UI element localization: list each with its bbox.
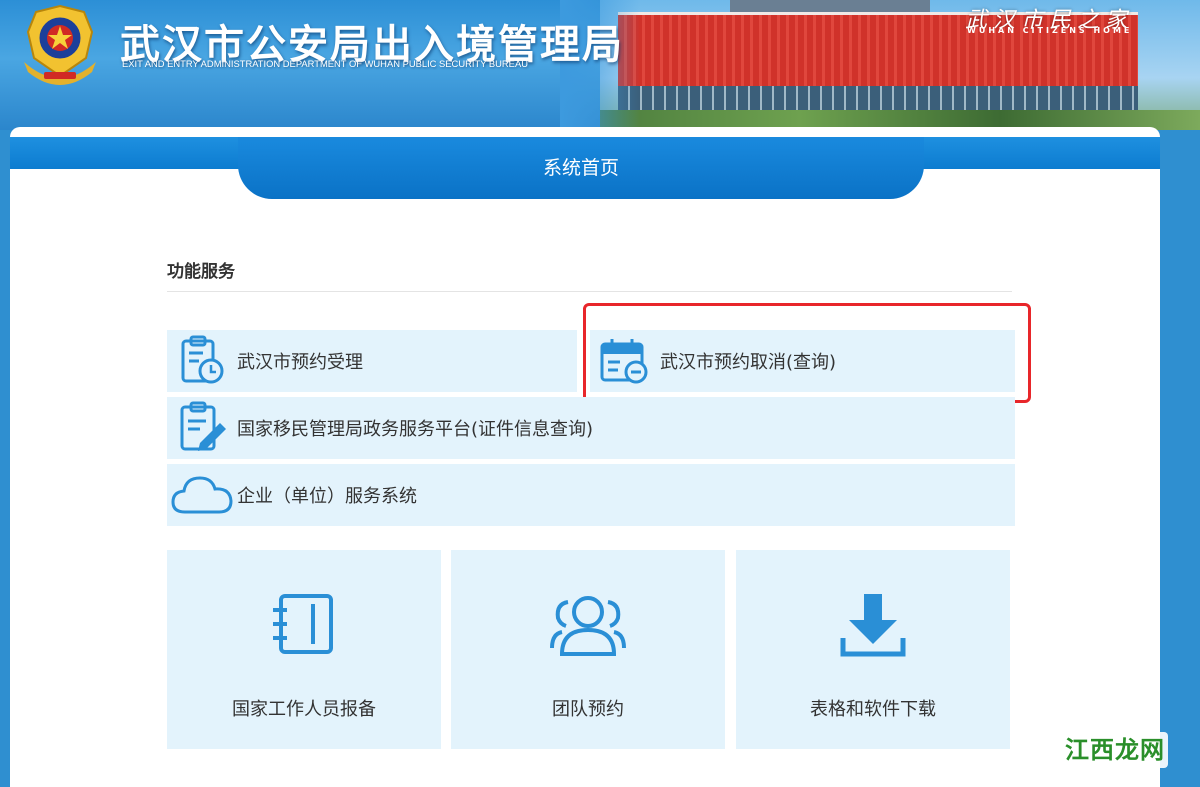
city-slogan-en: WUHAN CITIZENS HOME: [967, 26, 1133, 35]
service-label: 企业（单位）服务系统: [237, 486, 417, 507]
tile-forms-download[interactable]: 表格和软件下载: [736, 550, 1010, 749]
tile-label: 表格和软件下载: [810, 699, 936, 720]
group-icon: [451, 590, 725, 670]
service-item-nia-platform[interactable]: 国家移民管理局政务服务平台(证件信息查询): [167, 397, 1015, 459]
main-panel: 系统首页 功能服务 武汉市预约受理 武汉市预约取消(查询) 国家移民管理局政务服…: [10, 127, 1160, 787]
highlight-box: [583, 303, 1031, 403]
clipboard-clock-icon: [167, 333, 237, 389]
download-icon: [736, 590, 1010, 670]
service-item-enterprise[interactable]: 企业（单位）服务系统: [167, 464, 1015, 526]
tile-group-appointment[interactable]: 团队预约: [451, 550, 725, 749]
police-emblem-icon: [24, 4, 96, 85]
service-label: 国家移民管理局政务服务平台(证件信息查询): [237, 419, 594, 440]
service-label: 武汉市预约受理: [237, 352, 363, 373]
clipboard-edit-icon: [167, 400, 237, 456]
tile-staff-report[interactable]: 国家工作人员报备: [167, 550, 441, 749]
service-item-appointment[interactable]: 武汉市预约受理: [167, 330, 577, 392]
tile-label: 国家工作人员报备: [232, 699, 376, 720]
site-subtitle: EXIT AND ENTRY ADMINISTRATION DEPARTMENT…: [122, 58, 528, 69]
cloud-icon: [167, 467, 237, 523]
nav-home-label: 系统首页: [542, 157, 619, 179]
section-divider: [167, 291, 1012, 292]
tile-label: 团队预约: [552, 699, 624, 720]
site-watermark: 江西龙网: [1062, 732, 1168, 768]
section-title: 功能服务: [167, 262, 235, 282]
notebook-icon: [167, 590, 441, 670]
site-header: 武汉市民之家 WUHAN CITIZENS HOME 武汉市公安局出入境管理局 …: [0, 0, 1200, 130]
nav-home-tab[interactable]: 系统首页: [238, 137, 924, 199]
